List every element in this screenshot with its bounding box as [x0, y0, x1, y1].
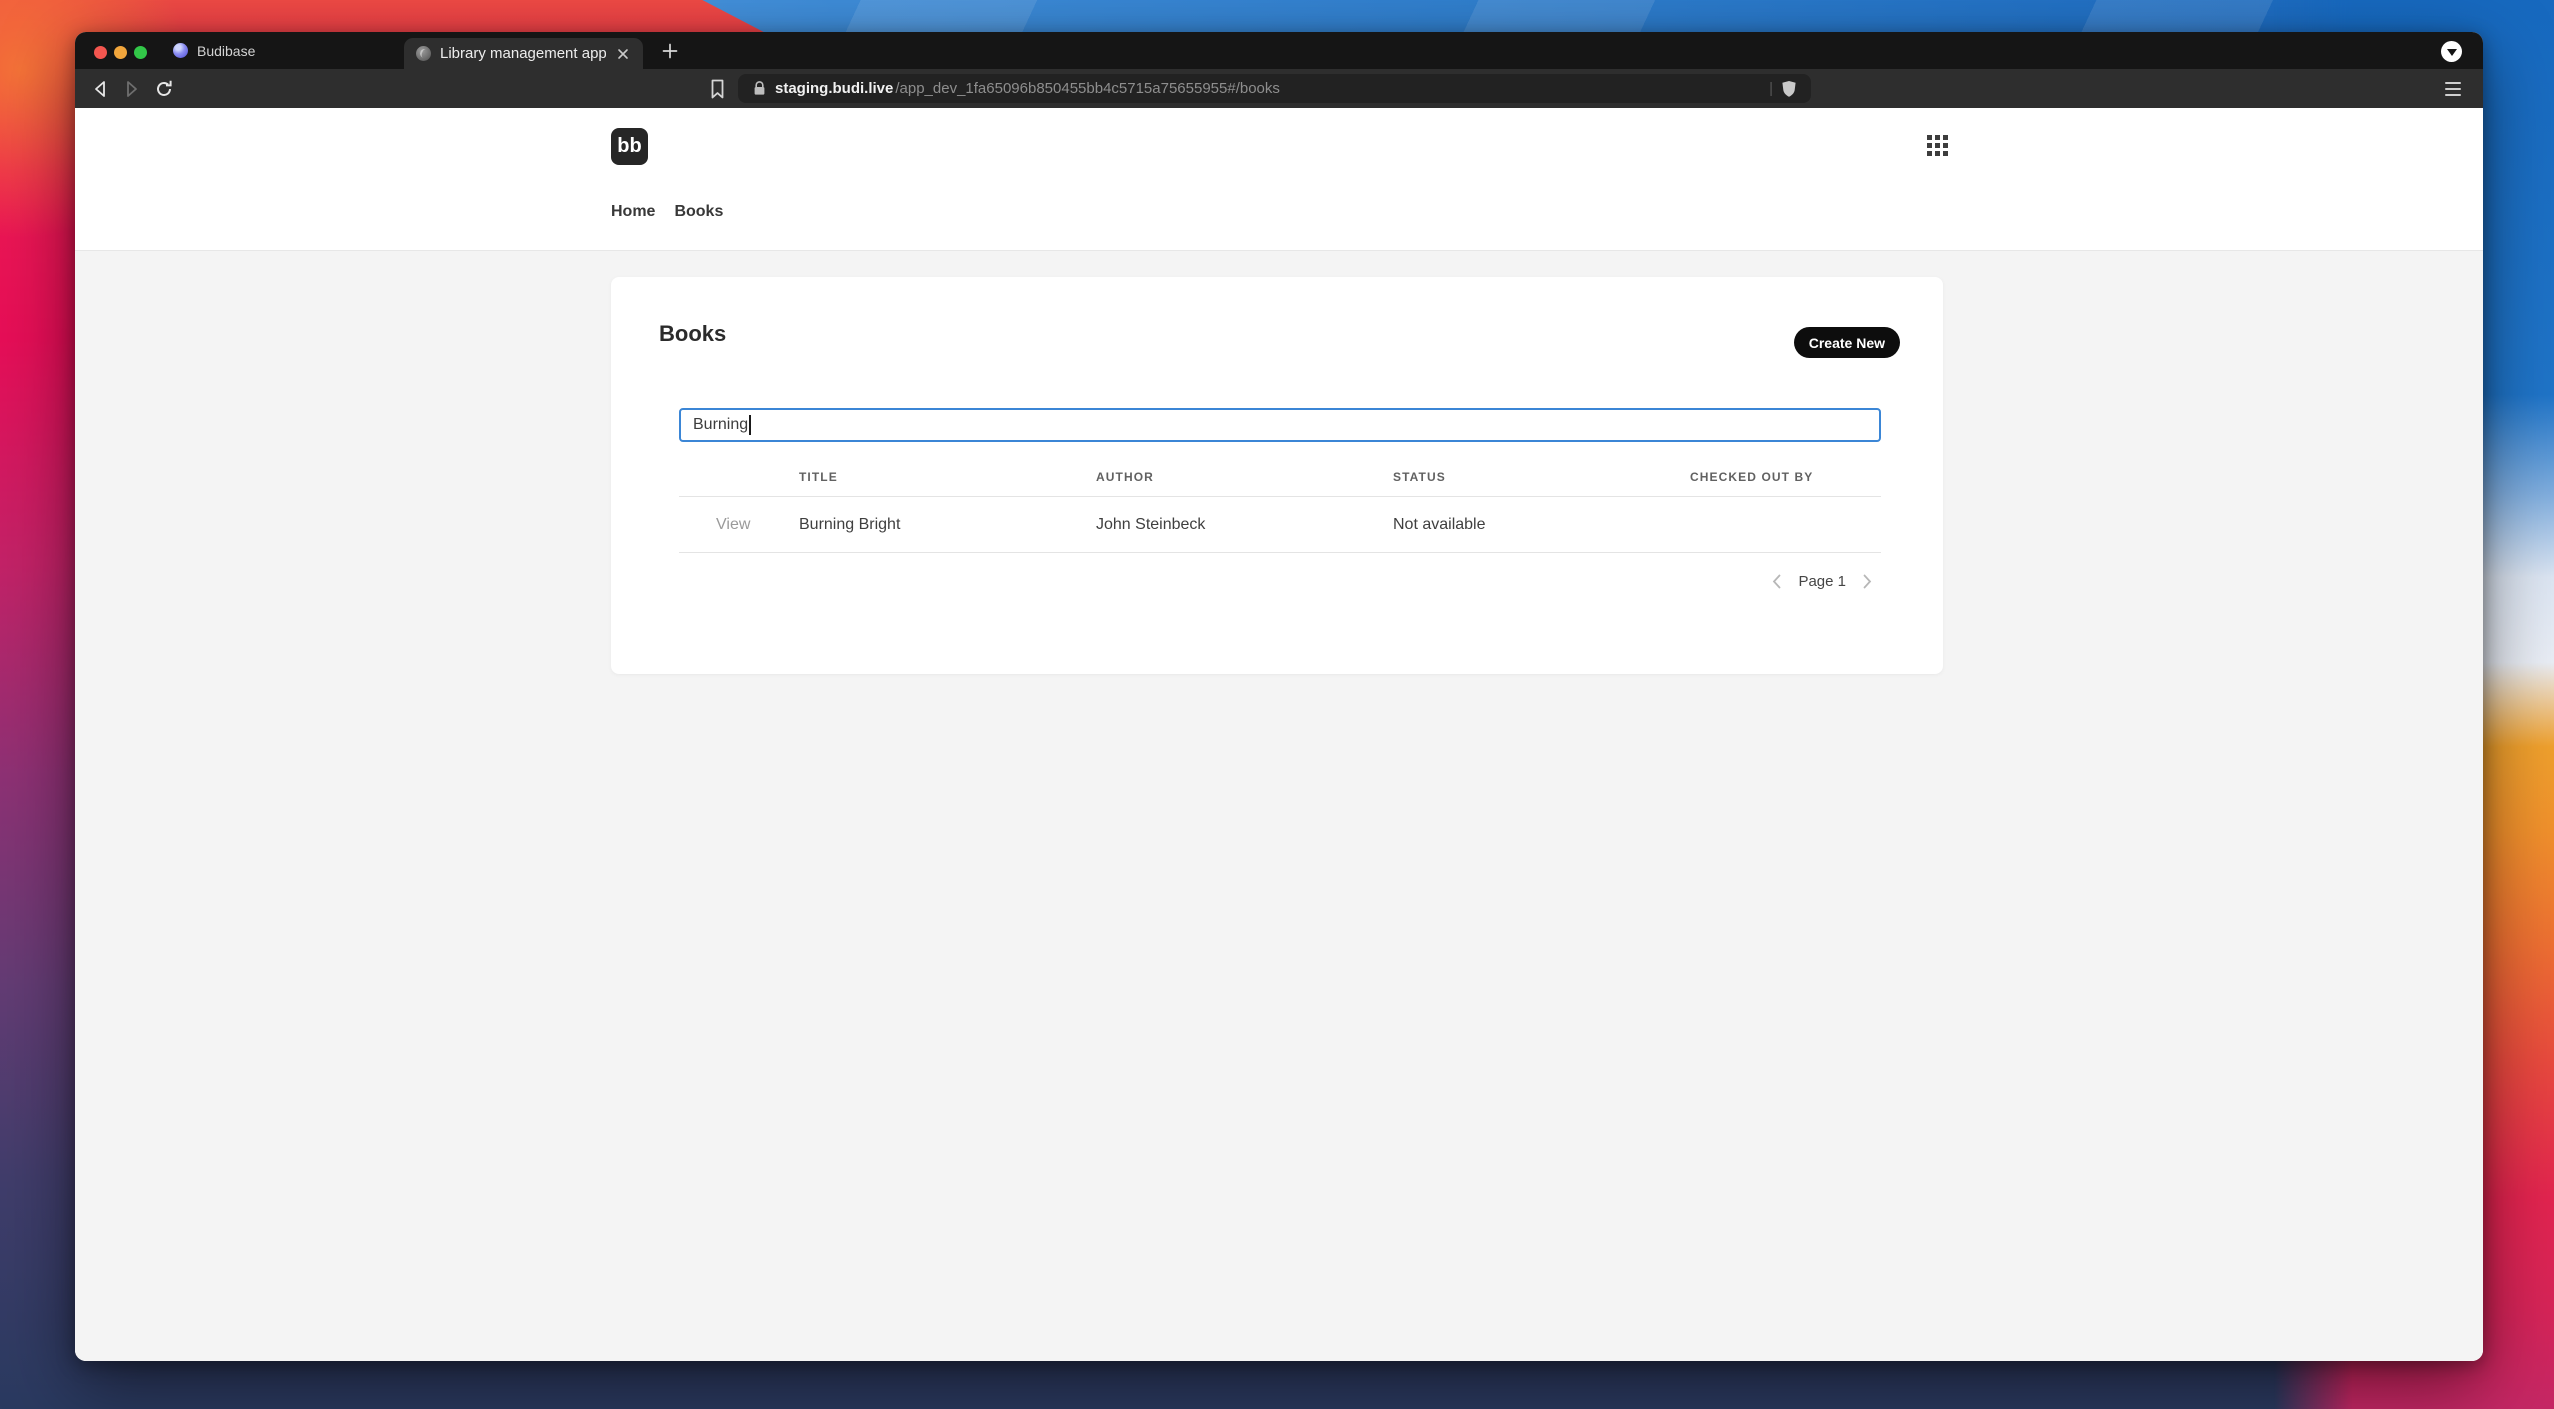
- browser-toolbar: staging.budi.live /app_dev_1fa65096b8504…: [75, 69, 2483, 108]
- window-minimize-button[interactable]: [114, 46, 127, 59]
- window-zoom-button[interactable]: [134, 46, 147, 59]
- bookmark-icon[interactable]: [706, 77, 728, 100]
- tab-budibase[interactable]: Budibase: [163, 32, 265, 69]
- url-domain: staging.budi.live: [775, 80, 894, 97]
- generic-favicon-icon: [416, 46, 431, 61]
- lock-icon: [752, 80, 767, 97]
- reload-icon[interactable]: [153, 78, 174, 99]
- table-row: View Burning Bright John Steinbeck Not a…: [679, 497, 1881, 553]
- cell-title: Burning Bright: [799, 515, 901, 533]
- page-number-label: Page 1: [1798, 573, 1846, 590]
- column-header-checked-out-by: CHECKED OUT BY: [1690, 470, 1814, 484]
- budibase-logo: bb: [611, 128, 648, 165]
- browser-tab-strip: Budibase Library management app: [75, 32, 2483, 69]
- new-tab-icon[interactable]: [659, 40, 681, 62]
- page-title: Books: [659, 321, 727, 346]
- url-separator: |: [1769, 80, 1773, 97]
- app-header: bb Home Books: [75, 108, 2483, 250]
- nav-link-books[interactable]: Books: [674, 203, 723, 221]
- tab-search-icon[interactable]: [2441, 41, 2462, 62]
- address-bar[interactable]: staging.budi.live /app_dev_1fa65096b8504…: [738, 74, 1811, 103]
- close-tab-icon[interactable]: [615, 46, 631, 62]
- forward-icon[interactable]: [121, 78, 142, 99]
- main-area: Books Create New Burning TITLE AUTHOR ST…: [75, 250, 2483, 1361]
- budibase-favicon-icon: [173, 43, 188, 58]
- cell-status: Not available: [1393, 515, 1486, 533]
- brave-shield-icon[interactable]: [1781, 80, 1797, 98]
- tab-library-management-app[interactable]: Library management app: [404, 38, 643, 69]
- books-table: TITLE AUTHOR STATUS CHECKED OUT BY View …: [679, 442, 1881, 553]
- apps-grid-icon[interactable]: [1927, 135, 1948, 156]
- next-page-icon[interactable]: [1863, 574, 1872, 589]
- create-new-button[interactable]: Create New: [1793, 327, 1900, 358]
- browser-window: Budibase Library management app staging.…: [75, 32, 2483, 1361]
- window-close-button[interactable]: [94, 46, 107, 59]
- web-page: bb Home Books Books Create New Burning T…: [75, 108, 2483, 1361]
- previous-page-icon[interactable]: [1772, 574, 1781, 589]
- tab-title: Budibase: [197, 42, 256, 59]
- search-input-value: Burning: [693, 416, 749, 433]
- menu-icon[interactable]: [2443, 79, 2463, 98]
- view-link[interactable]: View: [716, 516, 750, 533]
- nav-link-home[interactable]: Home: [611, 203, 655, 221]
- row-action-cell: View: [679, 516, 799, 534]
- column-header-status: STATUS: [1393, 470, 1446, 484]
- main-nav: Home Books: [611, 203, 723, 221]
- column-header-author: AUTHOR: [1096, 470, 1154, 484]
- tab-title: Library management app: [440, 45, 606, 62]
- table-header-row: TITLE AUTHOR STATUS CHECKED OUT BY: [679, 442, 1881, 497]
- cell-author: John Steinbeck: [1096, 515, 1206, 533]
- column-header-title: TITLE: [799, 470, 838, 484]
- search-input[interactable]: Burning: [679, 408, 1881, 442]
- text-caret: [749, 415, 752, 435]
- books-card: Books Create New Burning TITLE AUTHOR ST…: [611, 277, 1943, 674]
- url-path: /app_dev_1fa65096b850455bb4c5715a7565595…: [895, 80, 1280, 97]
- back-icon[interactable]: [89, 78, 110, 99]
- pagination: Page 1: [1772, 573, 1872, 590]
